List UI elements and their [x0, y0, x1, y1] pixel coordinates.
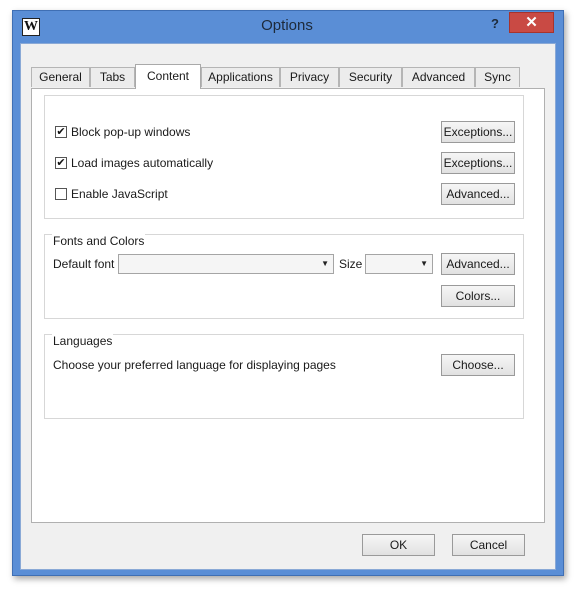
block-popups-checkbox[interactable]: ✔ — [55, 126, 67, 138]
enable-javascript-checkbox[interactable] — [55, 188, 67, 200]
window-title: Options — [261, 17, 313, 34]
tab-security[interactable]: Security — [339, 67, 402, 87]
tab-general[interactable]: General — [31, 67, 90, 87]
options-window: W Options ? ✕ General Tabs Content Appli… — [12, 10, 564, 576]
check-icon: ✔ — [56, 126, 66, 138]
chevron-down-icon: ▼ — [321, 259, 329, 268]
fonts-colors-group: Fonts and Colors Default font ▼ Size ▼ A… — [44, 234, 524, 319]
font-size-select[interactable]: ▼ — [365, 254, 433, 274]
fonts-colors-title: Fonts and Colors — [52, 234, 146, 248]
fonts-advanced-button[interactable]: Advanced... — [441, 253, 515, 275]
languages-title: Languages — [52, 334, 114, 348]
help-button[interactable]: ? — [485, 14, 505, 34]
tab-sync[interactable]: Sync — [475, 67, 520, 87]
close-button[interactable]: ✕ — [509, 12, 554, 33]
load-images-label: Load images automatically — [71, 156, 214, 170]
block-popups-label: Block pop-up windows — [71, 125, 191, 139]
chevron-down-icon: ▼ — [420, 259, 428, 268]
image-exceptions-button[interactable]: Exceptions... — [441, 152, 515, 174]
tab-advanced[interactable]: Advanced — [402, 67, 475, 87]
enable-javascript-label: Enable JavaScript — [71, 187, 168, 201]
ok-button[interactable]: OK — [362, 534, 435, 556]
close-icon: ✕ — [525, 14, 538, 31]
content-options-group: ✔ Block pop-up windows Exceptions... ✔ L… — [44, 95, 524, 219]
dialog-body: General Tabs Content Applications Privac… — [20, 43, 556, 570]
popup-exceptions-button[interactable]: Exceptions... — [441, 121, 515, 143]
default-font-label: Default font — [53, 257, 115, 271]
tab-applications[interactable]: Applications — [201, 67, 280, 87]
languages-group: Languages Choose your preferred language… — [44, 334, 524, 419]
title-bar[interactable]: W Options ? ✕ — [13, 11, 563, 43]
size-label: Size — [339, 257, 363, 271]
tab-tabs[interactable]: Tabs — [90, 67, 135, 87]
choose-language-button[interactable]: Choose... — [441, 354, 515, 376]
load-images-checkbox[interactable]: ✔ — [55, 157, 67, 169]
javascript-advanced-button[interactable]: Advanced... — [441, 183, 515, 205]
tab-content[interactable]: Content — [135, 64, 201, 89]
content-tab-panel: ✔ Block pop-up windows Exceptions... ✔ L… — [31, 88, 545, 523]
colors-button[interactable]: Colors... — [441, 285, 515, 307]
languages-description: Choose your preferred language for displ… — [53, 358, 336, 372]
tab-privacy[interactable]: Privacy — [280, 67, 339, 87]
cancel-button[interactable]: Cancel — [452, 534, 525, 556]
default-font-select[interactable]: ▼ — [118, 254, 334, 274]
check-icon: ✔ — [56, 157, 66, 169]
